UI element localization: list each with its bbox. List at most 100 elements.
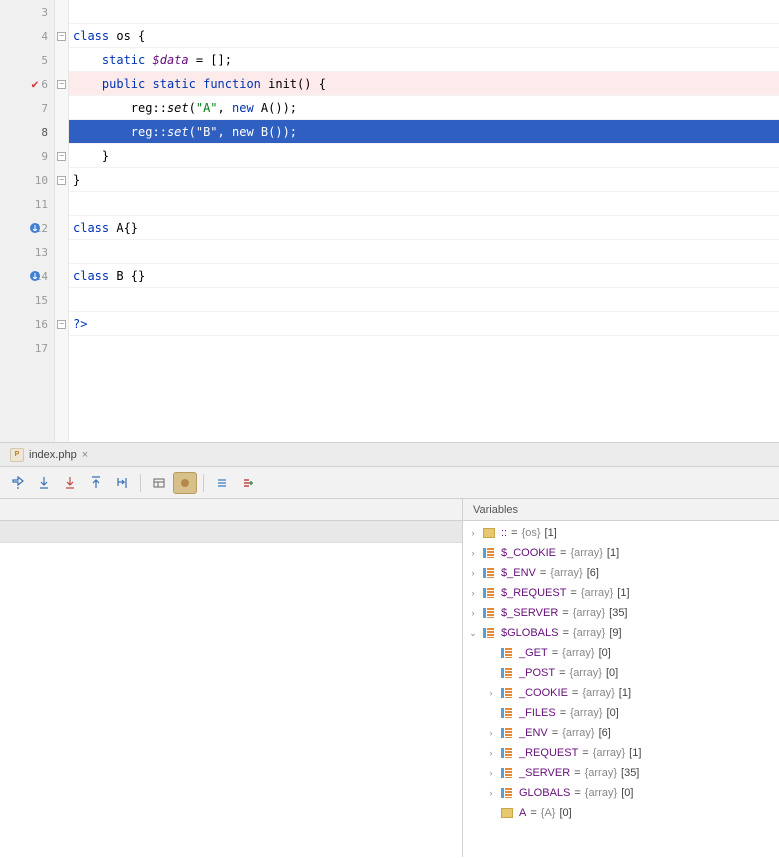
- line-number: 3: [41, 6, 48, 19]
- expand-icon[interactable]: ›: [485, 748, 497, 758]
- array-icon: [501, 787, 515, 799]
- variable-row[interactable]: ⌄$GLOBALS = {array} [9]: [467, 623, 775, 643]
- variable-count: [0]: [606, 667, 618, 679]
- code-line[interactable]: class B {}: [69, 264, 779, 288]
- variable-count: [35]: [621, 767, 639, 779]
- fold-toggle-icon[interactable]: −: [57, 152, 66, 161]
- variable-row[interactable]: ›_POST = {array} [0]: [467, 663, 775, 683]
- expand-icon[interactable]: ›: [467, 568, 479, 578]
- expand-icon[interactable]: ›: [467, 588, 479, 598]
- code-line[interactable]: }: [69, 144, 779, 168]
- variable-type: {array}: [585, 767, 617, 779]
- object-icon: [483, 527, 497, 539]
- variable-row[interactable]: ›:: = {os} [1]: [467, 523, 775, 543]
- show-watches-button[interactable]: [210, 472, 234, 494]
- equals-sign: =: [562, 627, 568, 639]
- code-line[interactable]: class os {: [69, 24, 779, 48]
- breakpoint-icon[interactable]: [26, 221, 44, 235]
- file-tab-label: index.php: [29, 449, 77, 461]
- step-out-button[interactable]: [84, 472, 108, 494]
- frames-panel: [0, 499, 463, 857]
- breakpoint-icon[interactable]: [26, 269, 44, 283]
- line-number: 13: [35, 246, 48, 259]
- fold-toggle-icon[interactable]: −: [57, 80, 66, 89]
- array-icon: [501, 747, 515, 759]
- variable-row[interactable]: ›_FILES = {array} [0]: [467, 703, 775, 723]
- fold-toggle-icon[interactable]: −: [57, 320, 66, 329]
- expand-icon[interactable]: ›: [485, 728, 497, 738]
- fold-toggle-icon[interactable]: −: [57, 176, 66, 185]
- expand-icon[interactable]: ›: [485, 768, 497, 778]
- code-line[interactable]: ?>: [69, 312, 779, 336]
- equals-sign: =: [552, 647, 558, 659]
- variable-name: _REQUEST: [519, 747, 578, 759]
- code-line[interactable]: [69, 240, 779, 264]
- expand-icon[interactable]: ›: [467, 608, 479, 618]
- variable-count: [0]: [621, 787, 633, 799]
- variable-row[interactable]: ›_SERVER = {array} [35]: [467, 763, 775, 783]
- code-line[interactable]: }: [69, 168, 779, 192]
- expand-icon[interactable]: ›: [485, 688, 497, 698]
- variable-type: {os}: [522, 527, 541, 539]
- array-icon: [483, 607, 497, 619]
- object-icon: [501, 807, 515, 819]
- variable-name: ::: [501, 527, 507, 539]
- variable-name: $_ENV: [501, 567, 536, 579]
- equals-sign: =: [540, 567, 546, 579]
- step-over-button[interactable]: [6, 472, 30, 494]
- php-file-icon: P: [10, 448, 24, 462]
- code-content[interactable]: class os { static $data = []; public sta…: [69, 0, 779, 442]
- frame-row[interactable]: [0, 521, 462, 543]
- variable-type: {array}: [573, 627, 605, 639]
- variable-type: {array}: [570, 547, 602, 559]
- variable-row[interactable]: ›$_COOKIE = {array} [1]: [467, 543, 775, 563]
- equals-sign: =: [562, 607, 568, 619]
- expand-icon[interactable]: ›: [485, 788, 497, 798]
- variables-tree[interactable]: ›:: = {os} [1]›$_COOKIE = {array} [1]›$_…: [463, 521, 779, 857]
- collapse-icon[interactable]: ⌄: [467, 628, 479, 639]
- expand-icon[interactable]: ›: [467, 548, 479, 558]
- fold-toggle-icon[interactable]: −: [57, 32, 66, 41]
- array-icon: [483, 587, 497, 599]
- variable-type: {array}: [585, 787, 617, 799]
- variable-row[interactable]: ›A = {A} [0]: [467, 803, 775, 823]
- close-icon[interactable]: ×: [82, 449, 88, 461]
- step-into-button[interactable]: [32, 472, 56, 494]
- code-line[interactable]: [69, 336, 779, 360]
- force-step-into-button[interactable]: [58, 472, 82, 494]
- variable-count: [0]: [599, 647, 611, 659]
- variable-row[interactable]: ›_GET = {array} [0]: [467, 643, 775, 663]
- code-line-current[interactable]: reg::set("B", new B());: [69, 120, 779, 144]
- array-icon: [501, 667, 515, 679]
- variable-type: {array}: [593, 747, 625, 759]
- variable-type: {array}: [570, 707, 602, 719]
- code-line[interactable]: reg::set("A", new A());: [69, 96, 779, 120]
- equals-sign: =: [582, 747, 588, 759]
- code-line[interactable]: class A{}: [69, 216, 779, 240]
- variable-name: GLOBALS: [519, 787, 570, 799]
- variable-row[interactable]: ›$_REQUEST = {array} [1]: [467, 583, 775, 603]
- run-to-cursor-button[interactable]: [110, 472, 134, 494]
- variable-row[interactable]: ›$_SERVER = {array} [35]: [467, 603, 775, 623]
- debug-toolbar: [0, 467, 779, 499]
- variable-row[interactable]: ›$_ENV = {array} [6]: [467, 563, 775, 583]
- array-icon: [501, 707, 515, 719]
- variable-row[interactable]: ›GLOBALS = {array} [0]: [467, 783, 775, 803]
- variable-row[interactable]: ›_REQUEST = {array} [1]: [467, 743, 775, 763]
- code-line[interactable]: [69, 0, 779, 24]
- array-icon: [501, 687, 515, 699]
- line-number: 10: [35, 174, 48, 187]
- toggle-breakpoint-button[interactable]: [173, 472, 197, 494]
- code-line[interactable]: [69, 288, 779, 312]
- add-watch-button[interactable]: [236, 472, 260, 494]
- line-number: 7: [41, 102, 48, 115]
- evaluate-expression-button[interactable]: [147, 472, 171, 494]
- code-line[interactable]: public static function init() {: [69, 72, 779, 96]
- expand-icon[interactable]: ›: [467, 528, 479, 538]
- variable-row[interactable]: ›_ENV = {array} [6]: [467, 723, 775, 743]
- file-tab-index-php[interactable]: P index.php ×: [0, 443, 98, 466]
- code-line[interactable]: [69, 192, 779, 216]
- variable-row[interactable]: ›_COOKIE = {array} [1]: [467, 683, 775, 703]
- equals-sign: =: [560, 547, 566, 559]
- code-line[interactable]: static $data = [];: [69, 48, 779, 72]
